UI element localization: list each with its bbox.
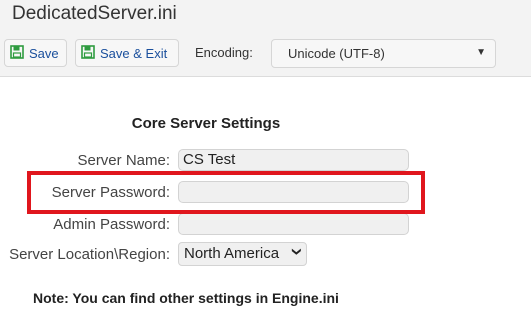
section-title: Core Server Settings [131, 115, 281, 132]
region-value: North America [184, 245, 280, 262]
note-text: Note: You can find other settings in Eng… [33, 290, 339, 306]
save-label: Save [29, 45, 59, 61]
admin-password-label: Admin Password: [53, 216, 170, 233]
region-select[interactable]: North America ❯ [178, 242, 307, 266]
chevron-down-icon: ❯ [291, 246, 301, 257]
encoding-value: Unicode (UTF-8) [288, 46, 385, 61]
encoding-select[interactable]: Unicode (UTF-8) ▼ [271, 39, 496, 68]
save-exit-button[interactable]: Save & Exit [75, 39, 179, 67]
server-name-field[interactable]: CS Test [178, 149, 409, 171]
floppy-disk-icon [10, 44, 29, 62]
caret-down-icon: ▼ [476, 47, 486, 58]
title-bar: DedicatedServer.ini [0, 0, 531, 34]
admin-password-field[interactable] [178, 213, 409, 235]
window-title: DedicatedServer.ini [12, 3, 177, 24]
save-exit-label: Save & Exit [100, 45, 168, 61]
toolbar: Save Save & Exit Encoding: Unicode (UTF-… [0, 34, 531, 77]
save-button[interactable]: Save [4, 39, 67, 67]
floppy-disk-icon [81, 44, 100, 62]
highlight-box [27, 171, 425, 214]
encoding-label: Encoding: [195, 45, 253, 60]
server-name-label: Server Name: [77, 152, 170, 169]
region-label: Server Location\Region: [9, 246, 170, 263]
